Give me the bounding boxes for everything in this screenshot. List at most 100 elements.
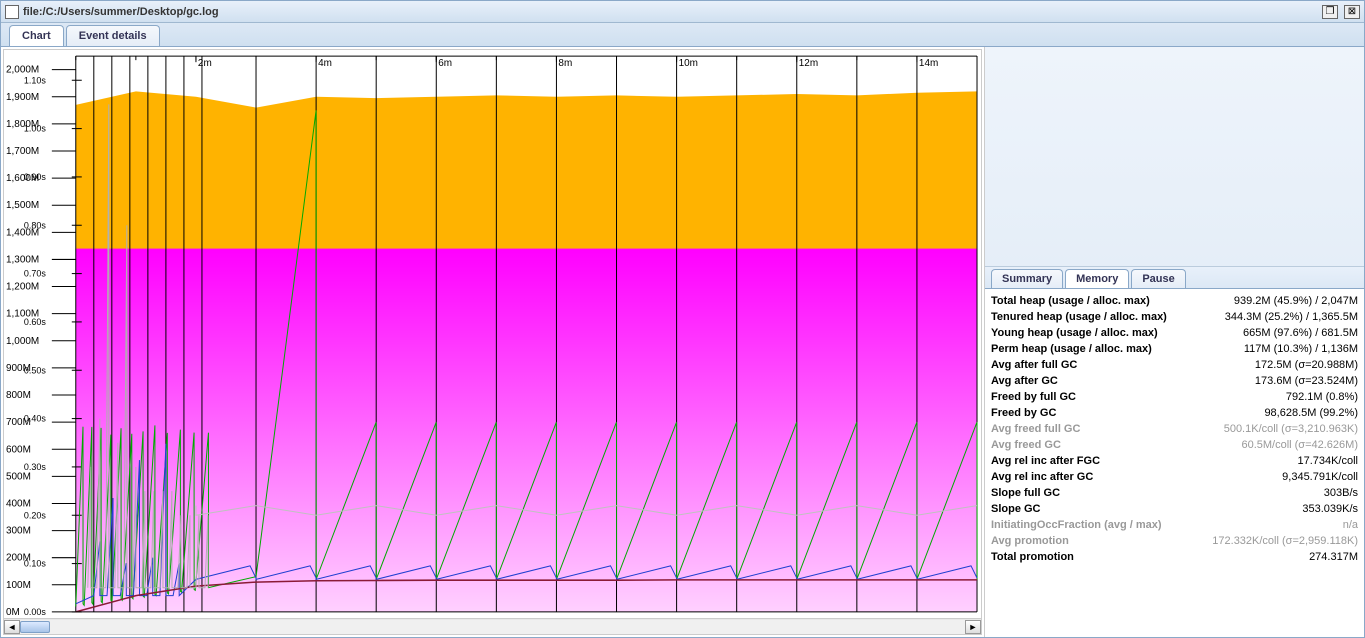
svg-text:1.10s: 1.10s: [24, 75, 46, 85]
tab-summary[interactable]: Summary: [991, 269, 1063, 288]
stat-label: Total heap (usage / alloc. max): [991, 295, 1150, 307]
svg-text:0.50s: 0.50s: [24, 365, 46, 375]
stat-row: Perm heap (usage / alloc. max) 117M (10.3…: [991, 341, 1358, 357]
stat-value: 939.2M (45.9%) / 2,047M: [1234, 295, 1358, 307]
stat-value: 9,345.791K/coll: [1282, 471, 1358, 483]
window-title: file:/C:/Users/summer/Desktop/gc.log: [23, 6, 1322, 18]
stat-label: Perm heap (usage / alloc. max): [991, 343, 1152, 355]
svg-text:0.80s: 0.80s: [24, 220, 46, 230]
tab-pause[interactable]: Pause: [1131, 269, 1185, 288]
tab-event-details[interactable]: Event details: [66, 25, 160, 46]
svg-text:0.30s: 0.30s: [24, 462, 46, 472]
svg-text:100M: 100M: [6, 580, 31, 591]
svg-text:0.40s: 0.40s: [24, 414, 46, 424]
stat-value: 344.3M (25.2%) / 1,365.5M: [1225, 311, 1358, 323]
svg-text:1.00s: 1.00s: [24, 124, 46, 134]
svg-text:8m: 8m: [558, 58, 572, 69]
window-icon: [5, 5, 19, 19]
close-button[interactable]: ⊠: [1344, 5, 1360, 19]
stat-value: n/a: [1343, 519, 1358, 531]
svg-text:10m: 10m: [679, 58, 698, 69]
stat-row: Freed by GC 98,628.5M (99.2%): [991, 405, 1358, 421]
stat-label: Avg rel inc after FGC: [991, 455, 1100, 467]
stat-row: Avg freed GC60.5M/coll (σ=42.626M): [991, 437, 1358, 453]
stat-value: 17.734K/coll: [1297, 455, 1358, 467]
stat-row: Avg freed full GC 500.1K/coll (σ=3,210.96…: [991, 421, 1358, 437]
stat-label: Avg after full GC: [991, 359, 1077, 371]
stat-label: Total promotion: [991, 551, 1074, 563]
svg-text:14m: 14m: [919, 58, 938, 69]
tab-chart[interactable]: Chart: [9, 25, 64, 46]
stat-row: Slope GC353.039K/s: [991, 501, 1358, 517]
svg-text:0.90s: 0.90s: [24, 172, 46, 182]
stat-value: 665M (97.6%) / 681.5M: [1243, 327, 1358, 339]
stat-label: Avg rel inc after GC: [991, 471, 1093, 483]
stat-row: Slope full GC 303B/s: [991, 485, 1358, 501]
stat-value: 500.1K/coll (σ=3,210.963K): [1224, 423, 1358, 435]
scroll-left-button[interactable]: ◄: [4, 620, 20, 634]
svg-text:600M: 600M: [6, 444, 31, 455]
stat-label: Avg after GC: [991, 375, 1058, 387]
window: file:/C:/Users/summer/Desktop/gc.log ❐ ⊠…: [0, 0, 1365, 638]
svg-text:1,300M: 1,300M: [6, 254, 39, 265]
svg-text:0.60s: 0.60s: [24, 317, 46, 327]
stat-row: Young heap (usage / alloc. max) 665M (97.…: [991, 325, 1358, 341]
stat-label: Freed by full GC: [991, 391, 1076, 403]
svg-text:12m: 12m: [799, 58, 818, 69]
right-panel-header-space: [985, 47, 1364, 267]
stat-label: Slope full GC: [991, 487, 1060, 499]
stat-label: Avg promotion: [991, 535, 1069, 547]
stat-row: Avg rel inc after FGC 17.734K/coll: [991, 453, 1358, 469]
tab-memory[interactable]: Memory: [1065, 269, 1129, 288]
stat-value: 353.039K/s: [1302, 503, 1358, 515]
stat-label: Tenured heap (usage / alloc. max): [991, 311, 1167, 323]
svg-text:2m: 2m: [198, 58, 212, 69]
memory-stats: Total heap (usage / alloc. max) 939.2M (4…: [985, 289, 1364, 637]
stat-label: Young heap (usage / alloc. max): [991, 327, 1158, 339]
svg-text:500M: 500M: [6, 471, 31, 482]
chart-area: 0M100M200M300M400M500M600M700M800M900M1,…: [3, 49, 982, 635]
horizontal-scrollbar[interactable]: ◄ ►: [4, 618, 981, 634]
svg-text:1,200M: 1,200M: [6, 282, 39, 293]
gc-chart[interactable]: 0M100M200M300M400M500M600M700M800M900M1,…: [4, 50, 981, 618]
stat-row: Avg after full GC 172.5M (σ=20.988M): [991, 357, 1358, 373]
svg-text:1,500M: 1,500M: [6, 200, 39, 211]
stat-row: Total heap (usage / alloc. max) 939.2M (4…: [991, 293, 1358, 309]
stat-value: 172.332K/coll (σ=2,959.118K): [1212, 535, 1358, 547]
scroll-track[interactable]: [20, 620, 965, 634]
stat-label: Freed by GC: [991, 407, 1056, 419]
stat-value: 172.5M (σ=20.988M): [1255, 359, 1358, 371]
svg-text:300M: 300M: [6, 526, 31, 537]
svg-text:4m: 4m: [318, 58, 332, 69]
svg-text:0.20s: 0.20s: [24, 510, 46, 520]
svg-text:0M: 0M: [6, 607, 20, 618]
stat-label: Avg freed GC: [991, 439, 1061, 451]
stat-value: 98,628.5M (99.2%): [1264, 407, 1358, 419]
chart-body[interactable]: 0M100M200M300M400M500M600M700M800M900M1,…: [4, 50, 981, 618]
svg-text:800M: 800M: [6, 390, 31, 401]
stat-value: 303B/s: [1324, 487, 1358, 499]
stat-value: 117M (10.3%) / 1,136M: [1244, 343, 1358, 355]
stat-row: Total promotion 274.317M: [991, 549, 1358, 565]
stat-row: Tenured heap (usage / alloc. max) 344.3M …: [991, 309, 1358, 325]
stat-label: Avg freed full GC: [991, 423, 1080, 435]
stat-value: 274.317M: [1309, 551, 1358, 563]
stat-row: Avg after GC 173.6M (σ=23.524M): [991, 373, 1358, 389]
svg-text:0.00s: 0.00s: [24, 607, 46, 617]
side-tabs: Summary Memory Pause: [985, 267, 1364, 289]
stat-row: Avg rel inc after GC 9,345.791K/coll: [991, 469, 1358, 485]
restore-button[interactable]: ❐: [1322, 5, 1338, 19]
svg-text:400M: 400M: [6, 498, 31, 509]
stat-label: InitiatingOccFraction (avg / max): [991, 519, 1162, 531]
titlebar[interactable]: file:/C:/Users/summer/Desktop/gc.log ❐ ⊠: [1, 1, 1364, 23]
svg-text:1,900M: 1,900M: [6, 92, 39, 103]
scroll-right-button[interactable]: ►: [965, 620, 981, 634]
svg-text:0.10s: 0.10s: [24, 559, 46, 569]
stat-row: Avg promotion 172.332K/coll (σ=2,959.118K…: [991, 533, 1358, 549]
content: 0M100M200M300M400M500M600M700M800M900M1,…: [1, 47, 1364, 637]
stat-value: 173.6M (σ=23.524M): [1255, 375, 1358, 387]
svg-text:0.70s: 0.70s: [24, 269, 46, 279]
stat-row: Freed by full GC792.1M (0.8%): [991, 389, 1358, 405]
scroll-thumb[interactable]: [20, 621, 50, 633]
svg-text:6m: 6m: [438, 58, 452, 69]
